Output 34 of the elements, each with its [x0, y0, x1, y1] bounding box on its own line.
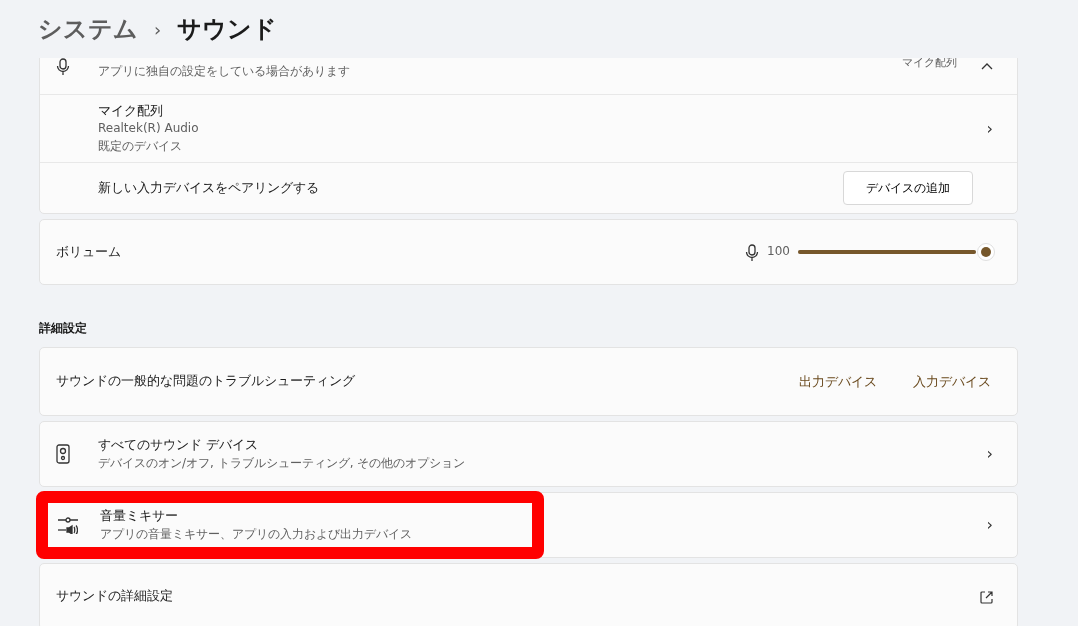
microphone-icon — [56, 58, 70, 76]
settings-card[interactable]: すべてのサウンド デバイス デバイスのオン/オフ, トラブルシューティング, その他のオプション › — [39, 421, 1018, 487]
breadcrumb-separator: › — [154, 17, 162, 42]
setting-value: マイク配列 — [902, 58, 957, 71]
troubleshoot-link[interactable]: 出力デバイス — [789, 365, 887, 398]
setting-label: 新しい入力デバイスをペアリングする — [98, 178, 320, 197]
volume-reading: 100 — [767, 243, 790, 261]
external-link-icon[interactable] — [980, 590, 993, 604]
device-detail: Realtek(R) Audio — [98, 120, 200, 138]
mixer-icon — [58, 516, 78, 535]
add-device-button[interactable]: デバイスの追加 — [843, 171, 973, 205]
breadcrumb-link[interactable]: システム — [38, 11, 138, 47]
device-name: マイク配列 — [98, 101, 164, 120]
chevron-up-icon[interactable] — [981, 61, 993, 70]
setting-label: ボリューム — [56, 242, 122, 261]
chevron-right-icon[interactable]: › — [978, 116, 1001, 141]
setting-title: すべてのサウンド デバイス — [98, 435, 259, 454]
slider-thumb[interactable] — [977, 243, 995, 261]
setting-description: アプリに独自の設定をしている場合があります — [98, 62, 351, 80]
speaker-icon — [56, 444, 70, 465]
section-heading: 詳細設定 — [39, 320, 88, 337]
device-detail: 既定のデバイス — [98, 137, 183, 155]
settings-card[interactable]: サウンドの詳細設定 — [39, 563, 1018, 626]
chevron-right-icon[interactable]: › — [978, 442, 1001, 466]
microphone-icon — [745, 243, 760, 262]
troubleshoot-link[interactable]: 入力デバイス — [903, 365, 1001, 398]
settings-card[interactable]: 音量ミキサー アプリの音量ミキサー、アプリの入力および出力デバイス › — [39, 492, 1018, 558]
setting-title: サウンドの詳細設定 — [56, 587, 173, 606]
page-title: サウンド — [177, 14, 278, 45]
setting-title: 音量ミキサー — [100, 506, 179, 525]
setting-description: アプリの音量ミキサー、アプリの入力および出力デバイス — [100, 525, 412, 543]
setting-description: デバイスのオン/オフ, トラブルシューティング, その他のオプション — [98, 454, 466, 472]
chevron-right-icon[interactable]: › — [978, 513, 1001, 537]
setting-label: サウンドの一般的な問題のトラブルシューティング — [56, 372, 356, 391]
